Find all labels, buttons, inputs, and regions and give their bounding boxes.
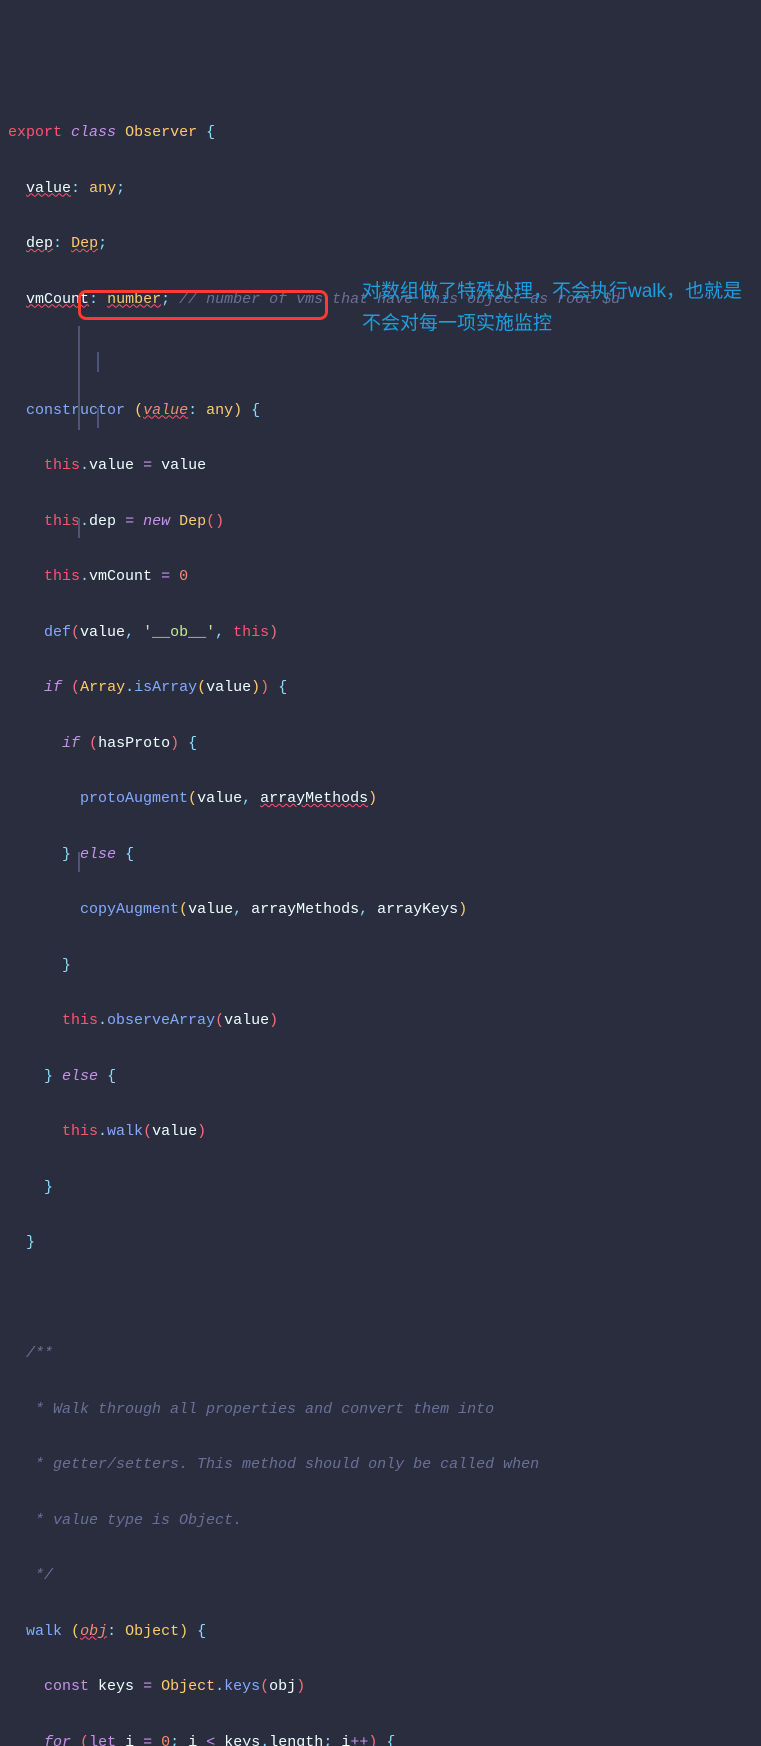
annotation-text: 对数组做了特殊处理，不会执行walk，也就是不会对每一项实施监控 — [362, 276, 742, 341]
code-line: constructor (value: any) { — [8, 397, 761, 425]
kw-this: this — [44, 457, 80, 474]
fn-protoaugment: protoAugment — [80, 790, 188, 807]
fn-def: def — [44, 624, 71, 641]
code-line: } — [8, 1174, 761, 1202]
code-line: dep: Dep; — [8, 230, 761, 258]
comment-block: * value type is Object. — [26, 1512, 242, 1529]
comment-block: * Walk through all properties and conver… — [26, 1401, 494, 1418]
comment-block: /** — [26, 1345, 53, 1362]
comment-block: */ — [26, 1567, 53, 1584]
comment-block: * getter/setters. This method should onl… — [26, 1456, 539, 1473]
code-line: } else { — [8, 841, 761, 869]
code-line: } — [8, 1229, 761, 1257]
gutter-line-icon — [78, 326, 80, 430]
code-line: } — [8, 952, 761, 980]
kw-else: else — [80, 846, 116, 863]
kw-export: export — [8, 124, 62, 141]
class-name: Observer — [125, 124, 197, 141]
code-line: } else { — [8, 1063, 761, 1091]
code-line: this.value = value — [8, 452, 761, 480]
code-line: const keys = Object.keys(obj) — [8, 1673, 761, 1701]
prop-value: value — [26, 180, 71, 197]
code-line: * value type is Object. — [8, 1507, 761, 1535]
code-line: value: any; — [8, 175, 761, 203]
type-any: any — [89, 180, 116, 197]
type-any: any — [206, 402, 233, 419]
code-line: this.dep = new Dep() — [8, 508, 761, 536]
kw-class: class — [71, 124, 116, 141]
code-line: * getter/setters. This method should onl… — [8, 1451, 761, 1479]
kw-if: if — [44, 679, 62, 696]
code-line: protoAugment(value, arrayMethods) — [8, 785, 761, 813]
gutter-line-icon — [97, 352, 99, 372]
prop-vmcount: vmCount — [26, 291, 89, 308]
fn-constructor: constructor — [26, 402, 125, 419]
code-line — [8, 1285, 761, 1313]
kw-for: for — [44, 1734, 71, 1746]
code-line: this.walk(value) — [8, 1118, 761, 1146]
code-line: copyAugment(value, arrayMethods, arrayKe… — [8, 896, 761, 924]
kw-if: if — [62, 735, 80, 752]
code-line: /** — [8, 1340, 761, 1368]
code-line: for (let i = 0; i < keys.length; i++) { — [8, 1729, 761, 1746]
kw-this: this — [44, 568, 80, 585]
code-line: this.vmCount = 0 — [8, 563, 761, 591]
brace: { — [206, 124, 215, 141]
type-dep: Dep — [71, 235, 98, 252]
code-line: export class Observer { — [8, 119, 761, 147]
string: '__ob__' — [143, 624, 215, 641]
kw-this: this — [44, 513, 80, 530]
kw-const: const — [44, 1678, 89, 1695]
param-value: value — [143, 402, 188, 419]
code-line: * Walk through all properties and conver… — [8, 1396, 761, 1424]
code-line: walk (obj: Object) { — [8, 1618, 761, 1646]
gutter-line-icon — [97, 408, 99, 428]
code-line — [8, 341, 761, 369]
code-line: def(value, '__ob__', this) — [8, 619, 761, 647]
type-number: number — [107, 291, 161, 308]
fn-copyaugment: copyAugment — [80, 901, 179, 918]
kw-new: new — [143, 513, 170, 530]
code-line: this.observeArray(value) — [8, 1007, 761, 1035]
code-line: if (Array.isArray(value)) { — [8, 674, 761, 702]
code-line: if (hasProto) { — [8, 730, 761, 758]
gutter-line-icon — [78, 852, 80, 872]
fn-walk: walk — [26, 1623, 62, 1640]
code-line: */ — [8, 1562, 761, 1590]
prop-dep: dep — [26, 235, 53, 252]
gutter-line-icon — [78, 518, 80, 538]
param-obj: obj — [80, 1623, 107, 1640]
